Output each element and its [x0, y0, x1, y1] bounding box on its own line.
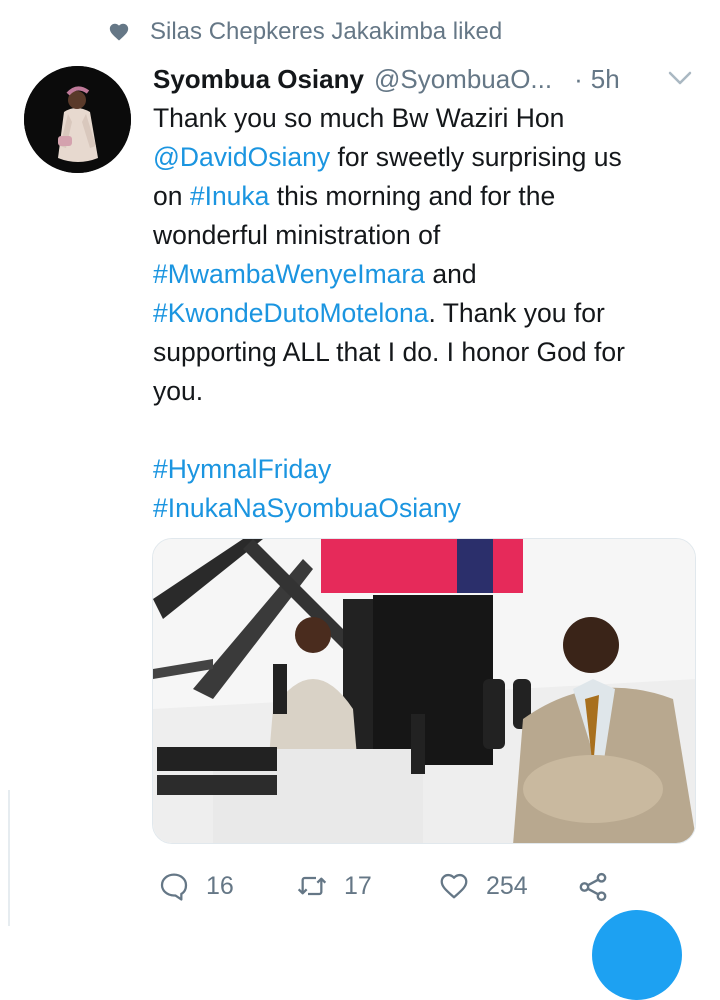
tweet-text-segment: this morning and for the [269, 181, 556, 211]
compose-fab-button[interactable] [592, 910, 682, 1000]
hashtag-link[interactable]: #HymnalFriday [153, 454, 331, 484]
tweet-text-segment: for sweetly surprising us [330, 142, 622, 172]
tweet-text-line: @DavidOsiany for sweetly surprising us [153, 138, 701, 177]
tweet-text-line: on #Inuka this morning and for the [153, 177, 701, 216]
chevron-down-icon[interactable] [667, 68, 693, 88]
tweet-text-line: #KwondeDutoMotelona. Thank you for [153, 294, 701, 333]
separator-dot: · [574, 63, 583, 94]
tweet-text-line: you. [153, 372, 701, 411]
avatar[interactable] [24, 66, 131, 173]
social-context-text: Silas Chepkeres Jakakimba liked [150, 18, 503, 45]
share-icon[interactable] [576, 870, 610, 904]
social-context: Silas Chepkeres Jakakimba liked [108, 14, 502, 50]
tweet-text-segment: supporting ALL that I do. I honor God fo… [153, 337, 625, 367]
reply-icon [160, 873, 188, 901]
tweet-text-line: wonderful ministration of [153, 216, 701, 255]
avatar-image [24, 66, 131, 173]
tweet-text-segment: . Thank you for [428, 298, 605, 328]
hashtag-link[interactable]: #InukaNaSyombuaOsiany [153, 493, 461, 523]
author-handle[interactable]: @SyombuaO... [374, 64, 552, 95]
hashtag-link[interactable]: #Inuka [190, 181, 270, 211]
tweet-time[interactable]: 5h [591, 64, 620, 95]
heart-icon [109, 23, 129, 41]
retweet-action[interactable]: 17 [296, 866, 372, 906]
tweet-text: Thank you so much Bw Waziri Hon @DavidOsi… [153, 99, 701, 528]
tweet-media-photo[interactable] [152, 538, 696, 844]
tweet-text-segment: wonderful ministration of [153, 220, 441, 250]
left-edge-divider [8, 790, 10, 926]
reply-count: 16 [206, 871, 234, 900]
like-heart-icon [440, 873, 468, 899]
hashtag-link[interactable]: #KwondeDutoMotelona [153, 298, 429, 328]
tweet-text-segment: Thank you so much Bw Waziri Hon [153, 103, 565, 133]
reply-action[interactable]: 16 [158, 866, 234, 906]
retweet-count: 17 [344, 871, 372, 900]
tweet-text-line [153, 411, 701, 450]
tweet-text-line: #HymnalFriday [153, 450, 701, 489]
tweet-actions: 16 17 254 [158, 866, 628, 906]
author-name[interactable]: Syombua Osiany [153, 64, 364, 95]
retweet-icon [297, 876, 327, 896]
tweet-text-line: supporting ALL that I do. I honor God fo… [153, 333, 701, 372]
tweet-text-segment: on [153, 181, 190, 211]
mention-link[interactable]: @DavidOsiany [153, 142, 330, 172]
like-action[interactable]: 254 [438, 866, 528, 906]
hashtag-link[interactable]: #MwambaWenyeImara [153, 259, 425, 289]
tweet-text-line: #InukaNaSyombuaOsiany [153, 489, 701, 528]
tweet-header: Syombua Osiany @SyombuaO... · 5h [153, 60, 693, 98]
like-count: 254 [486, 871, 528, 900]
tweet-text-line: #MwambaWenyeImara and [153, 255, 701, 294]
tweet-text-line: Thank you so much Bw Waziri Hon [153, 99, 701, 138]
tweet-text-segment: you. [153, 376, 204, 406]
studio-photo [153, 539, 695, 843]
tweet-text-segment: and [424, 259, 477, 289]
